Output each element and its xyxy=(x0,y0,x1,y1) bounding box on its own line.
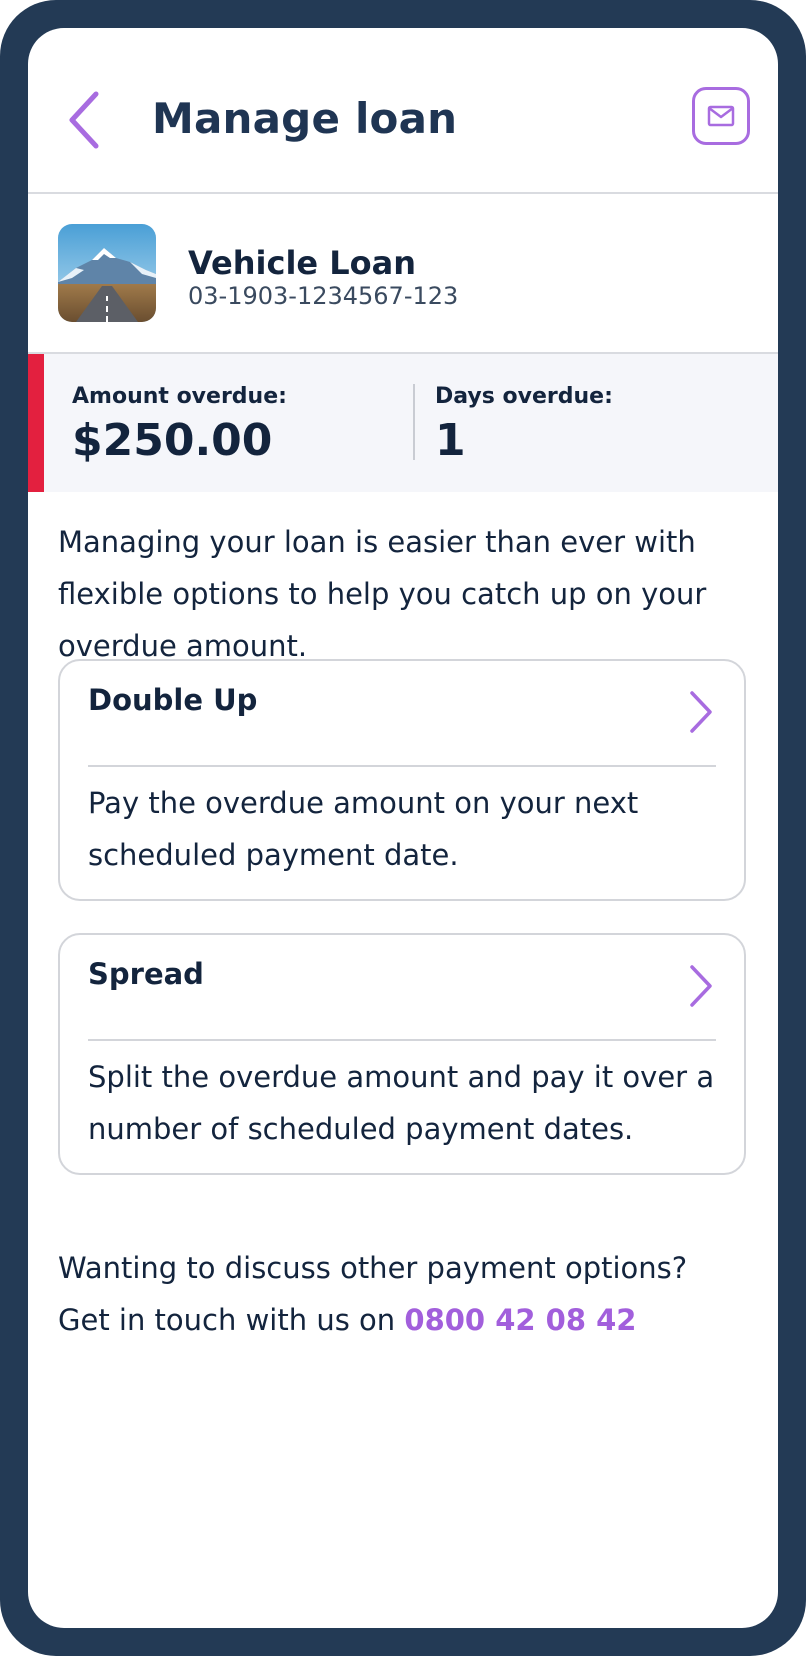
divider xyxy=(413,384,415,460)
header: Manage loan xyxy=(28,28,778,194)
loan-account-number: 03-1903-1234567-123 xyxy=(188,282,459,310)
days-overdue-value: 1 xyxy=(435,415,466,466)
device-frame: Manage loan Vehicle Loan 03-1903-1234567… xyxy=(0,0,806,1656)
loan-image xyxy=(58,224,156,322)
amount-overdue-value: $250.00 xyxy=(72,415,273,466)
alert-bar xyxy=(28,354,44,492)
loan-summary: Vehicle Loan 03-1903-1234567-123 xyxy=(28,194,778,354)
amount-overdue-label: Amount overdue: xyxy=(72,384,287,409)
app-screen: Manage loan Vehicle Loan 03-1903-1234567… xyxy=(28,28,778,1628)
loan-name: Vehicle Loan xyxy=(188,244,416,282)
option-description: Split the overdue amount and pay it over… xyxy=(88,1060,715,1146)
amount-overdue: Amount overdue: $250.00 xyxy=(72,384,287,466)
mail-icon xyxy=(707,105,735,127)
chevron-left-icon xyxy=(69,91,99,149)
option-title: Double Up xyxy=(88,683,258,717)
contact-section: Wanting to discuss other payment options… xyxy=(58,1242,748,1346)
overdue-panel: Amount overdue: $250.00 Days overdue: 1 xyxy=(28,354,778,492)
mail-button[interactable] xyxy=(692,87,750,145)
phone-link[interactable]: 0800 42 08 42 xyxy=(404,1303,636,1337)
contact-prefix: Get in touch with us on xyxy=(58,1303,396,1337)
page-title: Manage loan xyxy=(152,94,458,143)
contact-line-2: Get in touch with us on 0800 42 08 42 xyxy=(58,1294,748,1346)
chevron-right-icon xyxy=(690,965,712,1007)
intro-text: Managing your loan is easier than ever w… xyxy=(58,525,707,663)
back-button[interactable] xyxy=(66,90,106,150)
chevron-right-icon xyxy=(690,691,712,733)
option-double-up[interactable]: Double Up Pay the overdue amount on your… xyxy=(58,659,746,901)
days-overdue: Days overdue: 1 xyxy=(435,384,613,466)
option-divider xyxy=(88,765,716,767)
option-title: Spread xyxy=(88,957,204,991)
contact-line-1: Wanting to discuss other payment options… xyxy=(58,1251,688,1285)
option-description: Pay the overdue amount on your next sche… xyxy=(88,786,639,872)
option-divider xyxy=(88,1039,716,1041)
days-overdue-label: Days overdue: xyxy=(435,384,613,409)
option-spread[interactable]: Spread Split the overdue amount and pay … xyxy=(58,933,746,1175)
